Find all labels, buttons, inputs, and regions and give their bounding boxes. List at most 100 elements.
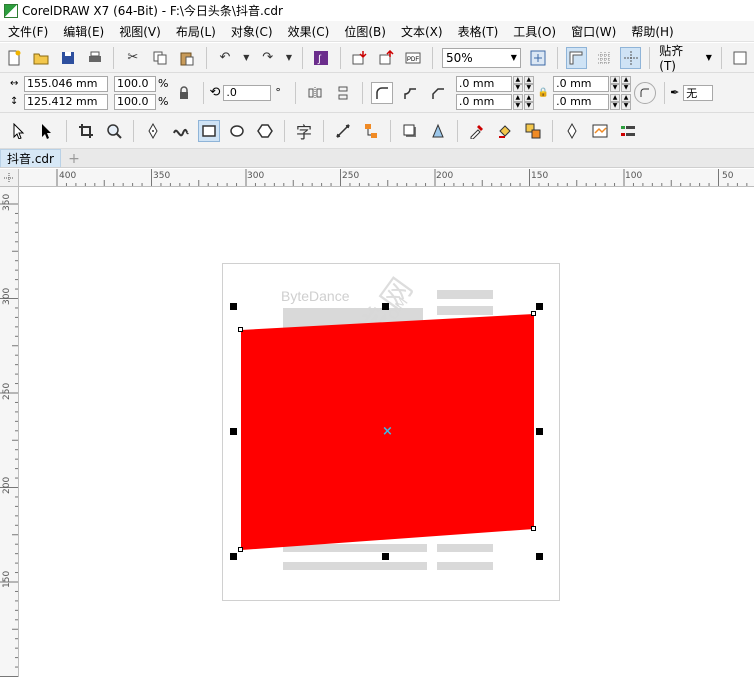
- undo-dropdown-icon[interactable]: ▼: [242, 47, 252, 69]
- color-palette-tool-icon[interactable]: [589, 120, 611, 142]
- corner-radius-bottom-right-field[interactable]: .0 mm: [553, 93, 610, 110]
- chamfered-corner-icon[interactable]: [427, 82, 449, 104]
- mirror-horizontal-icon[interactable]: [304, 82, 326, 104]
- zoom-tool-icon[interactable]: [103, 120, 125, 142]
- crop-tool-icon[interactable]: [75, 120, 97, 142]
- round-corner-icon[interactable]: [370, 81, 393, 104]
- menu-effects[interactable]: 效果(C): [288, 23, 330, 40]
- add-document-tab-icon[interactable]: +: [65, 151, 83, 167]
- spinner-icon[interactable]: ▲ ▼: [610, 93, 621, 110]
- snap-to-button[interactable]: 贴齐(T) ▼: [655, 44, 716, 73]
- spinner-icon[interactable]: ▲ ▼: [621, 75, 632, 92]
- selection-handle[interactable]: [230, 303, 237, 310]
- transparency-tool-icon[interactable]: [427, 120, 449, 142]
- selection-handle[interactable]: [382, 553, 389, 560]
- mirror-vertical-icon[interactable]: [332, 82, 354, 104]
- artistic-media-tool-icon[interactable]: [170, 120, 192, 142]
- toolbar-separator: [323, 119, 324, 142]
- color-styles-tool-icon[interactable]: [617, 120, 639, 142]
- text-tool-icon[interactable]: 字: [293, 120, 315, 142]
- object-height-field[interactable]: 125.412 mm: [24, 93, 108, 110]
- shape-tool-icon[interactable]: [36, 120, 58, 142]
- new-document-icon[interactable]: [3, 47, 24, 69]
- menu-tools[interactable]: 工具(O): [513, 23, 556, 40]
- paste-icon[interactable]: [176, 47, 197, 69]
- corner-radius-bottom-left-field[interactable]: .0 mm: [455, 93, 512, 110]
- menu-object[interactable]: 对象(C): [231, 23, 273, 40]
- corner-radius-top-right-field[interactable]: .0 mm: [553, 75, 610, 92]
- save-icon[interactable]: [57, 47, 78, 69]
- vertical-ruler[interactable]: 350 300 250 200 150: [0, 187, 19, 677]
- spinner-icon[interactable]: ▲ ▼: [621, 93, 632, 110]
- rectangle-tool-icon[interactable]: [198, 119, 220, 142]
- menu-text[interactable]: 文本(X): [401, 23, 443, 40]
- options-icon[interactable]: [730, 47, 751, 69]
- redo-dropdown-icon[interactable]: ▼: [284, 47, 294, 69]
- dimension-tool-icon[interactable]: [332, 120, 354, 142]
- menu-layout[interactable]: 布局(L): [176, 23, 216, 40]
- shape-node[interactable]: [238, 327, 243, 332]
- selection-handle[interactable]: [230, 428, 237, 435]
- menu-file[interactable]: 文件(F): [8, 23, 48, 40]
- selection-handle[interactable]: [230, 553, 237, 560]
- menu-table[interactable]: 表格(T): [458, 23, 499, 40]
- object-width-field[interactable]: 155.046 mm: [24, 75, 108, 92]
- redo-icon[interactable]: ↷: [257, 47, 278, 69]
- connector-tool-icon[interactable]: [360, 120, 382, 142]
- show-guidelines-icon[interactable]: [620, 46, 642, 69]
- drop-shadow-tool-icon[interactable]: [399, 120, 421, 142]
- relative-corner-scaling-icon[interactable]: [634, 81, 657, 104]
- print-icon[interactable]: [84, 47, 105, 69]
- shape-node[interactable]: [531, 311, 536, 316]
- scale-x-field[interactable]: 100.0: [114, 75, 156, 92]
- interactive-fill-tool-icon[interactable]: [494, 120, 516, 142]
- selection-handle[interactable]: [536, 553, 543, 560]
- export-icon[interactable]: [376, 47, 397, 69]
- publish-pdf-icon[interactable]: PDF: [403, 47, 424, 69]
- open-folder-icon[interactable]: [30, 47, 51, 69]
- show-grid-icon[interactable]: [593, 47, 614, 69]
- menu-edit[interactable]: 编辑(E): [63, 23, 104, 40]
- selection-handle[interactable]: [536, 428, 543, 435]
- document-tab[interactable]: 抖音.cdr: [0, 149, 61, 167]
- copy-icon[interactable]: [149, 47, 170, 69]
- spinner-icon[interactable]: ▲ ▼: [610, 75, 621, 92]
- selection-handle[interactable]: [382, 303, 389, 310]
- color-eyedropper-tool-icon[interactable]: [466, 120, 488, 142]
- spinner-icon[interactable]: ▲ ▼: [512, 75, 523, 92]
- shape-node[interactable]: [238, 547, 243, 552]
- menu-bitmaps[interactable]: 位图(B): [344, 23, 386, 40]
- shape-node[interactable]: [531, 526, 536, 531]
- spinner-icon[interactable]: ▲ ▼: [523, 75, 534, 92]
- scalloped-corner-icon[interactable]: [399, 82, 421, 104]
- show-rulers-icon[interactable]: [565, 46, 588, 69]
- selection-handle[interactable]: [536, 303, 543, 310]
- zoom-level-select[interactable]: 50% ▼: [441, 47, 521, 68]
- full-screen-preview-icon[interactable]: [528, 47, 549, 69]
- scale-y-field[interactable]: 100.0: [114, 93, 156, 110]
- menu-help[interactable]: 帮助(H): [631, 23, 673, 40]
- outline-pen-tool-icon[interactable]: [561, 120, 583, 142]
- pick-tool-icon[interactable]: [8, 120, 30, 142]
- menu-view[interactable]: 视图(V): [119, 23, 161, 40]
- spinner-icon[interactable]: ▲ ▼: [523, 93, 534, 110]
- polygon-tool-icon[interactable]: [254, 120, 276, 142]
- horizontal-ruler[interactable]: 400 350 300 250 200 150 100 50: [19, 169, 754, 187]
- cut-icon[interactable]: ✂: [122, 47, 143, 69]
- spinner-icon[interactable]: ▲ ▼: [512, 93, 523, 110]
- drawing-canvas[interactable]: ByteDance 软件自学网 WWW.RJZXW.COM ×: [20, 188, 754, 677]
- property-bar: ↔ 155.046 mm ↕ 125.412 mm 100.0 % 100.0 …: [0, 73, 754, 113]
- import-icon[interactable]: [349, 47, 370, 69]
- smart-fill-tool-icon[interactable]: [522, 120, 544, 142]
- outline-width-field[interactable]: 无: [683, 84, 714, 101]
- undo-icon[interactable]: ↶: [214, 47, 235, 69]
- lock-corners-icon[interactable]: 🔒: [538, 88, 549, 98]
- corner-radius-top-left-field[interactable]: .0 mm: [455, 75, 512, 92]
- menu-window[interactable]: 窗口(W): [571, 23, 616, 40]
- rotation-angle-field[interactable]: .0: [223, 84, 272, 101]
- freehand-tool-icon[interactable]: [142, 120, 164, 142]
- search-content-icon[interactable]: ∫: [311, 47, 332, 69]
- ellipse-tool-icon[interactable]: [226, 120, 248, 142]
- lock-ratio-icon[interactable]: [173, 82, 195, 104]
- ruler-origin-corner[interactable]: [0, 169, 19, 187]
